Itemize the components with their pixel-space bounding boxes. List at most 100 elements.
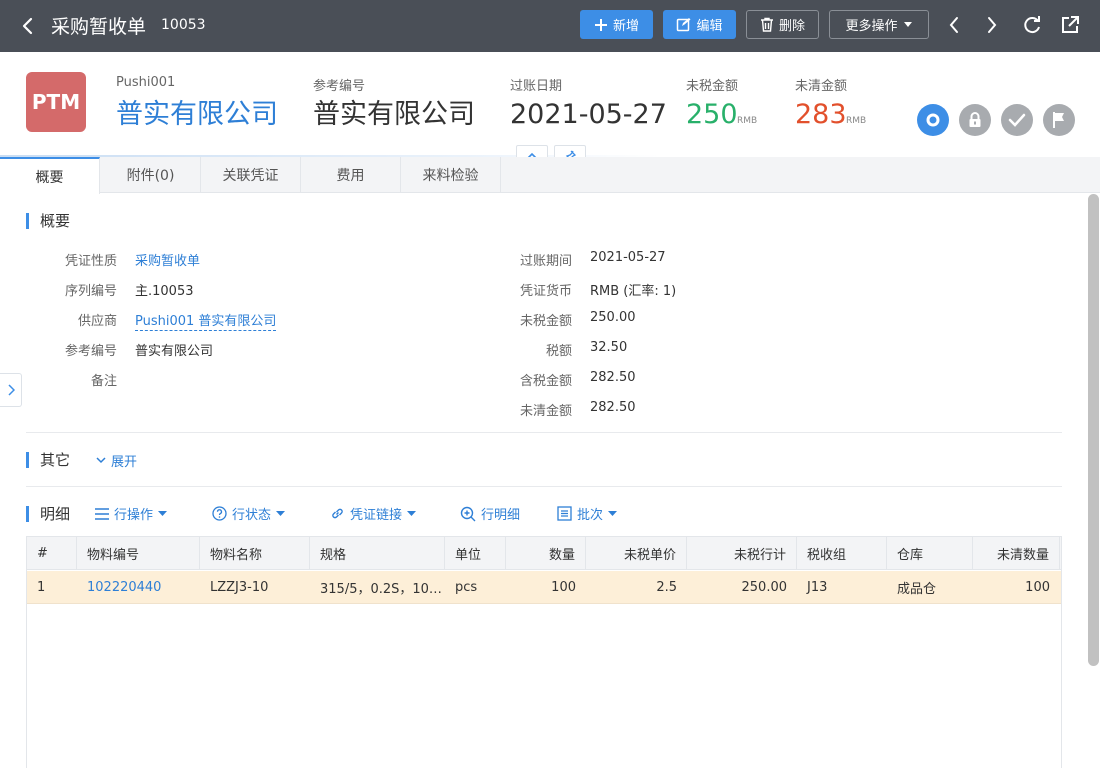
ref-number-value: 普实有限公司 <box>313 99 475 130</box>
expand-toggle-label: 展开 <box>111 455 138 470</box>
tab-expenses[interactable]: 费用 <box>301 157 401 193</box>
open-amount-unit: RMB <box>846 116 867 126</box>
caret-down-icon <box>276 511 286 516</box>
column-header-material-code[interactable]: 物料编号 <box>77 537 200 570</box>
column-header-quantity[interactable]: 数量 <box>506 537 586 570</box>
section-divider <box>26 486 1062 487</box>
avatar: PTM <box>26 72 86 132</box>
cell-tax-group: J13 <box>807 580 828 595</box>
delete-button[interactable]: 删除 <box>746 10 819 39</box>
field-value-taxed-total: 282.50 <box>590 370 636 385</box>
field-label-ref: 参考编号 <box>64 344 117 359</box>
previous-record-icon[interactable] <box>942 13 966 37</box>
column-header-warehouse[interactable]: 仓库 <box>887 537 973 570</box>
cell-index: 1 <box>37 580 46 595</box>
row-operations-label: 行操作 <box>114 508 154 523</box>
detail-table: # 物料编号 物料名称 规格 单位 数量 未税单价 未税行计 税收组 仓库 未清… <box>26 536 1062 768</box>
column-header-material-name[interactable]: 物料名称 <box>200 537 310 570</box>
more-actions-dropdown[interactable]: 更多操作 <box>829 10 929 39</box>
tab-related-documents[interactable]: 关联凭证 <box>201 157 301 193</box>
expand-toggle[interactable]: 展开 <box>96 451 137 470</box>
section-divider <box>26 432 1062 433</box>
page-title: 采购暂收单 <box>51 16 147 38</box>
field-label-tax: 税额 <box>545 344 572 359</box>
field-label-posting-period: 过账期间 <box>519 254 572 269</box>
column-header-unit[interactable]: 单位 <box>445 537 506 570</box>
side-panel-toggle[interactable] <box>0 373 22 407</box>
refresh-icon[interactable] <box>1020 13 1044 37</box>
edit-button[interactable]: 编辑 <box>663 10 736 39</box>
field-value-doc-type[interactable]: 采购暂收单 <box>135 250 200 269</box>
untaxed-amount-unit: RMB <box>737 116 758 126</box>
other-section-title: 其它 <box>26 452 70 468</box>
field-label-remark: 备注 <box>90 374 117 389</box>
row-operations-dropdown[interactable]: 行操作 <box>95 504 168 523</box>
column-header-line-total[interactable]: 未税行计 <box>687 537 797 570</box>
field-value-untaxed: 250.00 <box>590 310 636 325</box>
question-circle-icon <box>212 506 227 521</box>
caret-down-icon <box>903 21 912 27</box>
delete-button-label: 删除 <box>778 19 805 34</box>
field-label-supplier: 供应商 <box>77 314 117 329</box>
tab-attachments[interactable]: 附件(0) <box>101 157 201 193</box>
lock-icon <box>969 112 981 127</box>
open-amount-value: 283 <box>795 99 847 130</box>
row-detail-button[interactable]: 行明细 <box>460 504 520 523</box>
column-header-tax-group[interactable]: 税收组 <box>797 537 887 570</box>
doc-number: 10053 <box>161 17 206 33</box>
untaxed-amount-value: 250 <box>686 99 738 130</box>
field-value-open-amount: 282.50 <box>590 400 636 415</box>
approve-button[interactable] <box>1001 104 1033 136</box>
field-label-currency: 凭证货币 <box>519 284 572 299</box>
next-record-icon[interactable] <box>980 13 1004 37</box>
posting-date-label: 过账日期 <box>510 79 563 94</box>
cell-material-code[interactable]: 102220440 <box>77 571 200 604</box>
field-label-open-amount: 未清金额 <box>519 404 572 419</box>
batch-list-icon <box>557 506 572 521</box>
caret-down-icon <box>407 511 417 516</box>
batch-dropdown[interactable]: 批次 <box>557 504 618 523</box>
document-link-dropdown[interactable]: 凭证链接 <box>330 504 417 523</box>
supplier-name[interactable]: 普实有限公司 <box>116 97 278 133</box>
column-header-open-quantity[interactable]: 未清数量 <box>973 537 1060 570</box>
column-header-index[interactable]: # <box>27 537 77 570</box>
summary-section-title: 概要 <box>26 213 70 229</box>
field-label-doc-type: 凭证性质 <box>64 254 117 269</box>
document-link-label: 凭证链接 <box>350 508 403 523</box>
lock-button[interactable] <box>959 104 991 136</box>
open-amount-label: 未清金额 <box>795 79 848 94</box>
edit-button-label: 编辑 <box>696 19 723 34</box>
batch-label: 批次 <box>577 508 604 523</box>
trash-icon <box>760 17 773 32</box>
status-open-button[interactable] <box>917 104 949 136</box>
cell-warehouse: 成品仓 <box>897 582 937 597</box>
cell-unit: pcs <box>455 580 478 595</box>
table-row[interactable]: 1 102220440 LZZJ3-10 315/5，0.2S，10… pcs … <box>27 571 1061 604</box>
posting-date-value: 2021-05-27 <box>510 99 667 130</box>
flag-button[interactable] <box>1043 104 1075 136</box>
tab-incoming-inspection[interactable]: 来料检验 <box>401 157 501 193</box>
tab-summary[interactable]: 概要 <box>0 157 100 194</box>
new-button[interactable]: 新增 <box>580 10 653 39</box>
top-bar: 采购暂收单 10053 新增 编辑 删除 更多操作 <box>0 0 1100 52</box>
field-value-ref: 普实有限公司 <box>135 344 214 359</box>
tab-bar: 概要 附件(0) 关联凭证 费用 来料检验 <box>0 157 1100 194</box>
field-value-supplier[interactable]: Pushi001 普实有限公司 <box>135 310 277 331</box>
caret-down-icon <box>158 511 168 516</box>
circle-status-icon <box>926 113 940 127</box>
open-external-icon[interactable] <box>1058 13 1082 37</box>
scrollbar-thumb[interactable] <box>1088 194 1099 666</box>
cell-material-name: LZZJ3-10 <box>210 580 269 595</box>
field-value-posting-period: 2021-05-27 <box>590 250 666 265</box>
row-status-dropdown[interactable]: 行状态 <box>212 504 286 523</box>
back-arrow-icon[interactable] <box>16 13 42 39</box>
more-actions-label: 更多操作 <box>845 19 898 34</box>
check-icon <box>1008 113 1026 127</box>
column-header-spec[interactable]: 规格 <box>310 537 445 570</box>
link-icon <box>332 508 343 519</box>
field-label-taxed-total: 含税金额 <box>519 374 572 389</box>
cell-open-quantity: 100 <box>1025 580 1050 595</box>
chevron-down-icon <box>96 457 106 464</box>
edit-icon <box>677 18 691 32</box>
column-header-unit-price[interactable]: 未税单价 <box>586 537 687 570</box>
